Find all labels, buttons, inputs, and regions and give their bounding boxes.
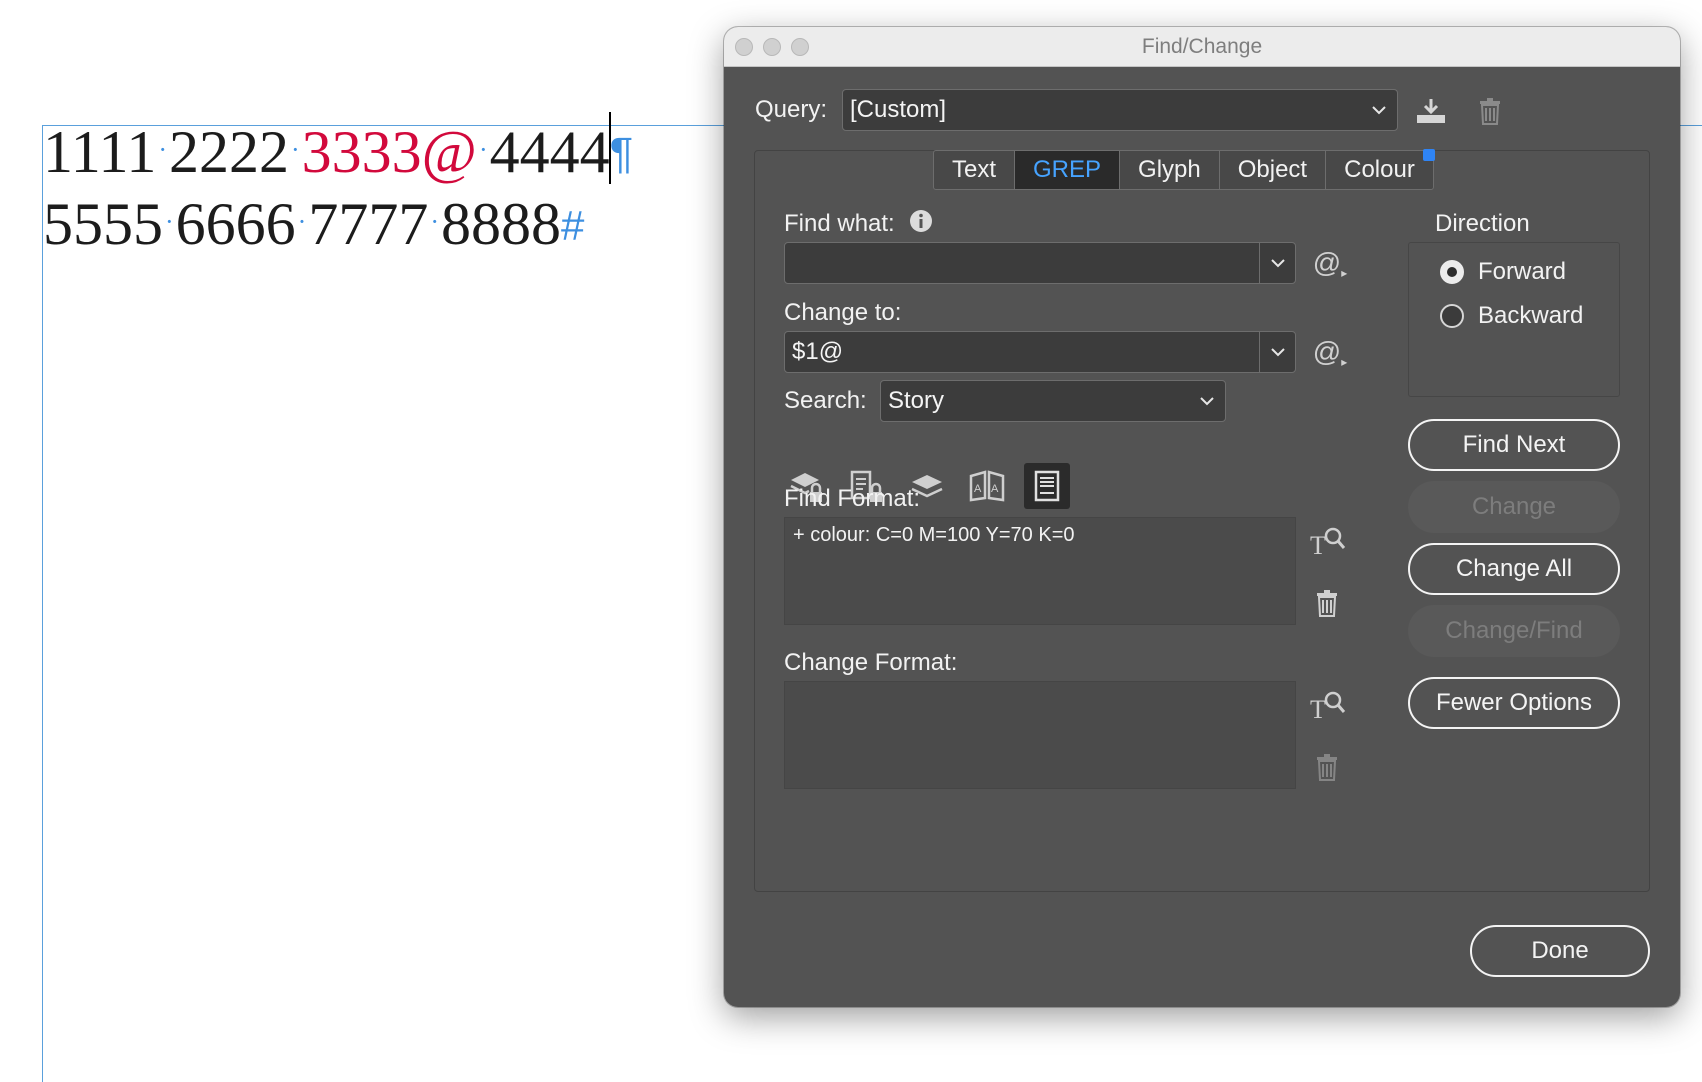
space-marker: · — [430, 207, 440, 236]
space-marker: · — [158, 135, 167, 164]
forward-radio[interactable] — [1440, 260, 1464, 284]
chevron-down-icon — [1361, 90, 1397, 130]
highlighted-text-token: 3333@ — [301, 119, 477, 185]
paragraph-mark: ¶ — [609, 129, 634, 178]
clear-find-format-icon[interactable] — [1308, 583, 1346, 623]
find-change-dialog: Find/Change Query: [Custom] Text GREP Gl… — [724, 27, 1680, 1007]
find-format-value: + colour: C=0 M=100 Y=70 K=0 — [793, 524, 1075, 546]
special-characters-for-replace-icon[interactable]: @ ▸ — [1308, 332, 1352, 372]
change-format-box[interactable] — [784, 681, 1296, 789]
space-marker: · — [165, 207, 174, 236]
find-format-box[interactable]: + colour: C=0 M=100 Y=70 K=0 — [784, 517, 1296, 625]
delete-query-icon[interactable] — [1472, 91, 1508, 131]
forward-label[interactable]: Forward — [1478, 258, 1566, 286]
space-marker: · — [297, 207, 307, 236]
dialog-title: Find/Change — [1141, 35, 1263, 58]
tab-grep[interactable]: GREP — [1015, 151, 1121, 189]
include-master-pages-icon[interactable]: AA — [964, 463, 1010, 509]
direction-label: Direction — [1408, 210, 1538, 238]
svg-text:A: A — [974, 483, 982, 495]
change-button[interactable]: Change — [1408, 481, 1620, 533]
query-label: Query: — [755, 96, 828, 123]
change-format-label: Change Format: — [784, 649, 958, 676]
backward-radio[interactable] — [1440, 304, 1464, 328]
query-select[interactable]: [Custom] — [842, 89, 1398, 131]
svg-text:T: T — [1310, 531, 1326, 558]
at-glyph: @ — [1312, 336, 1342, 367]
include-footnotes-icon[interactable] — [1024, 463, 1070, 509]
tab-object[interactable]: Object — [1220, 151, 1327, 189]
change-to-value: $1@ — [792, 338, 844, 365]
svg-text:T: T — [1310, 695, 1326, 722]
save-query-icon[interactable] — [1410, 91, 1452, 131]
text-token: 5555 — [43, 191, 163, 257]
change-find-button[interactable]: Change/Find — [1408, 605, 1620, 657]
text-line-1[interactable]: 1111·2222·3333@·4444¶ — [43, 112, 633, 187]
notification-badge — [1422, 149, 1435, 161]
fewer-options-button[interactable]: Fewer Options — [1408, 677, 1620, 729]
search-scope-select[interactable]: Story — [880, 380, 1226, 422]
text-token: 7777 — [308, 191, 429, 257]
text-token: 8888 — [441, 191, 562, 257]
tab-colour[interactable]: Colour — [1326, 149, 1435, 189]
text-token: 6666 — [175, 191, 296, 257]
at-glyph: @ — [1312, 247, 1342, 278]
change-to-field[interactable]: $1@ — [784, 331, 1296, 373]
dialog-titlebar[interactable]: Find/Change — [724, 27, 1680, 67]
text-frame-left-edge — [42, 125, 43, 1082]
done-button[interactable]: Done — [1470, 925, 1650, 977]
change-all-button[interactable]: Change All — [1408, 543, 1620, 595]
tab-glyph[interactable]: Glyph — [1120, 151, 1220, 189]
submenu-arrow-icon: ▸ — [1341, 355, 1348, 369]
tab-colour-label: Colour — [1344, 156, 1415, 183]
change-to-label: Change to: — [784, 299, 902, 326]
chevron-down-icon[interactable] — [1259, 332, 1295, 372]
chevron-down-icon[interactable] — [1259, 243, 1295, 283]
clear-change-format-icon — [1308, 747, 1346, 787]
text-line-2[interactable]: 5555·6666·7777·8888# — [43, 190, 584, 259]
find-type-tabs: Text GREP Glyph Object Colour — [933, 149, 1435, 190]
specify-find-format-icon[interactable]: T — [1304, 521, 1350, 561]
text-token: 2222 — [169, 119, 289, 185]
special-characters-for-find-icon[interactable]: @ ▸ — [1308, 243, 1352, 283]
text-token: 1111 — [43, 119, 157, 185]
end-of-story-mark: # — [561, 202, 585, 249]
query-value: [Custom] — [850, 96, 947, 123]
chevron-down-icon — [1189, 381, 1225, 421]
find-what-field[interactable] — [784, 242, 1296, 284]
find-format-label: Find Format: — [784, 485, 921, 512]
space-marker: · — [291, 135, 300, 164]
svg-text:A: A — [991, 483, 999, 495]
find-next-button[interactable]: Find Next — [1408, 419, 1620, 471]
find-what-label: Find what: — [784, 210, 895, 237]
specify-change-format-icon[interactable]: T — [1304, 685, 1350, 725]
info-icon[interactable] — [908, 208, 934, 234]
tab-text[interactable]: Text — [934, 151, 1016, 189]
submenu-arrow-icon: ▸ — [1341, 266, 1348, 280]
search-scope-value: Story — [888, 387, 945, 414]
backward-label[interactable]: Backward — [1478, 302, 1583, 330]
text-token: 4444 — [489, 119, 610, 185]
space-marker: · — [478, 135, 488, 164]
search-label: Search: — [784, 387, 867, 414]
